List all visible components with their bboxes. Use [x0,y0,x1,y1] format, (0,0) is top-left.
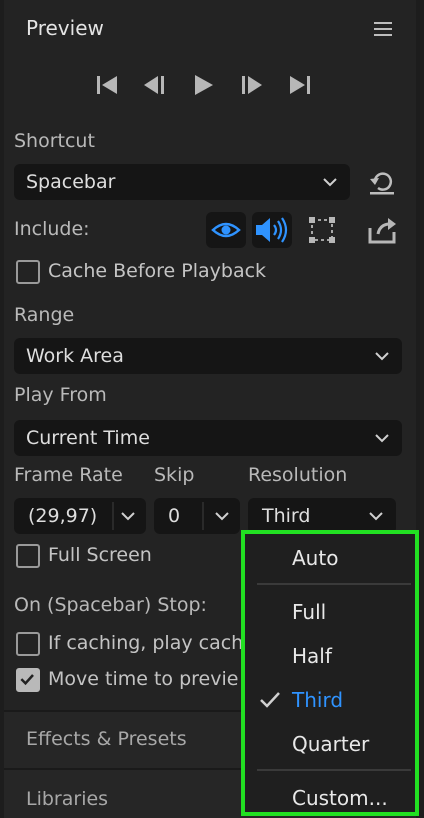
cache-before-playback-label: Cache Before Playback [48,260,267,282]
cache-before-playback-checkbox[interactable] [16,260,40,284]
if-caching-label: If caching, play cach [48,632,244,654]
checkmark-icon [260,692,280,708]
frame-rate-select[interactable]: (29,97) [14,498,146,534]
resolution-select[interactable]: Third [248,498,396,534]
skip-value: 0 [168,505,181,527]
menu-item-half[interactable]: Half [292,644,332,668]
play-from-select[interactable]: Current Time [14,420,402,456]
on-stop-label: On (Spacebar) Stop: [14,594,207,616]
next-frame-icon[interactable] [236,70,266,100]
export-icon[interactable] [366,214,398,246]
include-video-eye-icon[interactable] [206,212,246,248]
play-icon[interactable] [188,70,218,100]
move-time-label: Move time to previe [48,668,239,690]
skip-select[interactable]: 0 [154,498,240,534]
chevron-down-icon [323,178,337,187]
resolution-dropdown-menu: Auto Full Half Third Quarter Custom... [241,530,419,816]
range-select[interactable]: Work Area [14,338,402,374]
frame-rate-label: Frame Rate [14,464,123,486]
reset-icon[interactable] [366,166,398,198]
chevron-down-icon [375,352,389,361]
full-screen-label: Full Screen [48,544,152,566]
libraries-label: Libraries [26,788,109,810]
resolution-label: Resolution [248,464,348,486]
full-screen-checkbox[interactable] [16,544,40,568]
last-frame-icon[interactable] [284,70,314,100]
panel-menu-icon[interactable] [374,22,392,36]
menu-item-full[interactable]: Full [292,600,326,624]
chevron-down-icon [375,434,389,443]
play-from-value: Current Time [26,427,150,449]
menu-item-quarter[interactable]: Quarter [292,732,369,756]
checkmark-icon [20,674,34,686]
chevron-down-icon [121,512,135,521]
previous-frame-icon[interactable] [140,70,170,100]
shortcut-value: Spacebar [26,171,116,193]
menu-item-third[interactable]: Third [292,688,343,712]
move-time-checkbox[interactable] [16,668,40,692]
first-frame-icon[interactable] [93,70,123,100]
range-value: Work Area [26,345,124,367]
effects-presets-label: Effects & Presets [26,728,187,750]
chevron-down-icon [215,512,229,521]
shortcut-label: Shortcut [14,130,95,152]
include-overlays-icon[interactable] [302,212,342,248]
chevron-down-icon [369,512,383,521]
menu-item-auto[interactable]: Auto [292,546,338,570]
panel-title: Preview [26,16,104,40]
shortcut-select[interactable]: Spacebar [14,164,350,200]
frame-rate-value: (29,97) [28,505,98,527]
if-caching-checkbox[interactable] [16,632,40,656]
include-label: Include: [14,218,90,240]
range-label: Range [14,304,75,326]
skip-label: Skip [154,464,195,486]
resolution-value: Third [262,505,311,527]
menu-separator [257,769,411,771]
menu-item-custom[interactable]: Custom... [292,786,388,810]
play-from-label: Play From [14,384,107,406]
include-audio-speaker-icon[interactable] [252,212,292,248]
menu-separator [257,583,411,585]
